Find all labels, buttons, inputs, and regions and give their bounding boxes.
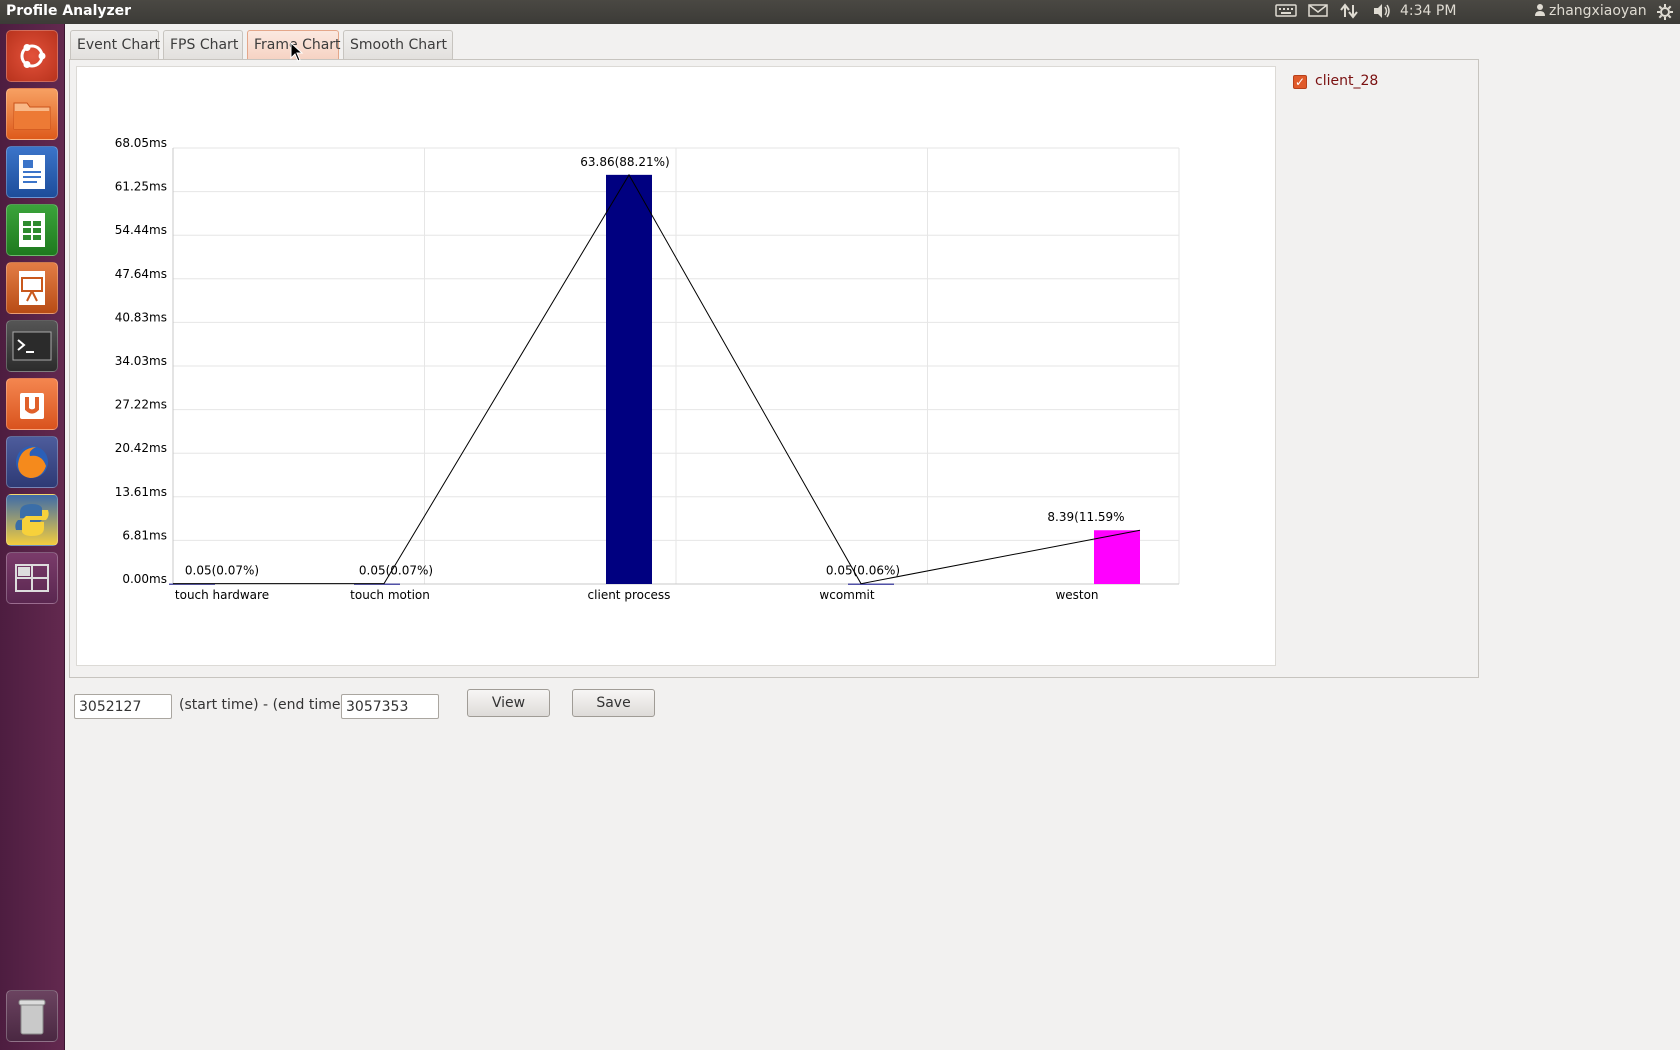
y-tick-label: 54.44ms	[115, 223, 167, 237]
y-tick-label: 34.03ms	[115, 354, 167, 368]
y-tick-label: 61.25ms	[115, 180, 167, 194]
chart-svg: 0.00ms 6.81ms 13.61ms 20.42ms 27.22ms 34.03ms…	[115, 136, 1180, 602]
user-name[interactable]: zhangxiaoyan	[1549, 3, 1647, 19]
calc-icon[interactable]	[6, 204, 58, 256]
y-tick-label: 47.64ms	[115, 267, 167, 281]
data-label: 63.86(88.21%)	[580, 155, 669, 169]
save-button[interactable]: Save	[572, 689, 655, 717]
x-tick-label: wcommit	[819, 588, 874, 602]
software-center-icon[interactable]	[6, 378, 58, 430]
legend-checkbox[interactable]: ✓	[1293, 75, 1307, 89]
y-tick-label: 40.83ms	[115, 310, 167, 324]
x-tick-label: touch hardware	[175, 588, 269, 602]
y-tick-label: 13.61ms	[115, 485, 167, 499]
chart-line	[173, 173, 1141, 585]
firefox-icon[interactable]	[6, 436, 58, 488]
clock[interactable]: 4:34 PM	[1400, 3, 1456, 19]
frame-chart: 0.00ms 6.81ms 13.61ms 20.42ms 27.22ms 34.03ms…	[76, 66, 1276, 666]
chart-bar	[606, 174, 652, 584]
y-tick-label: 27.22ms	[115, 398, 167, 412]
top-panel: Profile Analyzer 4:34 PM zhangxiaoyan	[0, 0, 1680, 24]
data-label: 8.39(11.59%	[1047, 510, 1124, 524]
trash-icon[interactable]	[6, 990, 58, 1042]
volume-icon[interactable]	[1372, 3, 1392, 23]
y-tick-label: 20.42ms	[115, 441, 167, 455]
y-tick-label: 6.81ms	[122, 528, 167, 542]
start-time-input[interactable]	[74, 694, 172, 719]
end-time-input[interactable]	[341, 694, 439, 719]
python-icon[interactable]	[6, 494, 58, 546]
chart-bar	[1094, 530, 1140, 584]
tab-smooth-chart[interactable]: Smooth Chart	[343, 30, 453, 60]
writer-icon[interactable]	[6, 146, 58, 198]
tab-event-chart[interactable]: Event Chart	[70, 30, 160, 60]
settings-gear-icon[interactable]	[1656, 3, 1674, 25]
time-range-label: (start time) - (end time)	[179, 697, 346, 713]
network-icon[interactable]	[1340, 3, 1358, 23]
x-tick-label: client process	[588, 588, 671, 602]
terminal-icon[interactable]	[6, 320, 58, 372]
ubuntu-dash-icon[interactable]	[6, 30, 58, 82]
impress-icon[interactable]	[6, 262, 58, 314]
x-tick-label: weston	[1055, 588, 1098, 602]
mouse-pointer-icon	[290, 41, 304, 66]
data-label: 0.05(0.07%)	[359, 564, 433, 578]
files-icon[interactable]	[6, 88, 58, 140]
tab-fps-chart[interactable]: FPS Chart	[163, 30, 243, 60]
data-label: 0.05(0.07%)	[185, 564, 259, 578]
view-button[interactable]: View	[467, 689, 550, 717]
y-tick-label: 68.05ms	[115, 136, 167, 150]
launcher	[0, 24, 65, 1050]
workspace-switcher-icon[interactable]	[6, 552, 58, 604]
legend-label: client_28	[1315, 73, 1379, 89]
mail-icon[interactable]	[1308, 3, 1328, 21]
app-title: Profile Analyzer	[6, 3, 132, 19]
user-icon[interactable]	[1534, 3, 1546, 21]
chart-bar	[848, 583, 894, 585]
x-tick-label: touch motion	[350, 588, 430, 602]
keyboard-icon[interactable]	[1275, 3, 1297, 21]
data-label: 0.05(0.06%)	[826, 564, 900, 578]
y-tick-label: 0.00ms	[122, 572, 167, 586]
